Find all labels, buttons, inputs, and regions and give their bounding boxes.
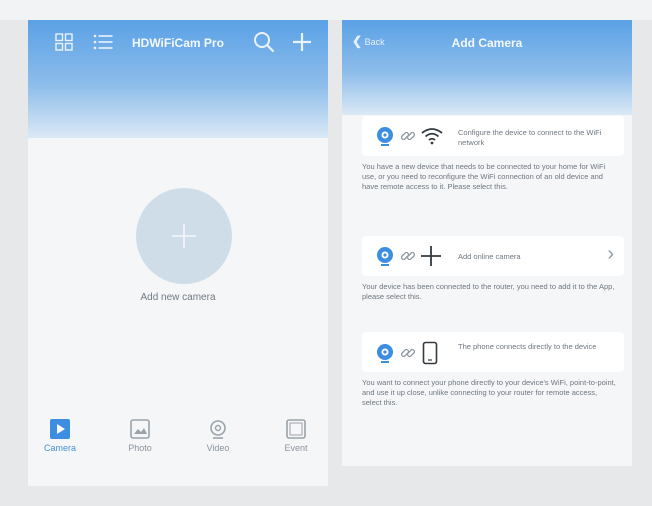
add-camera-button[interactable] — [136, 188, 232, 284]
tab-camera[interactable]: Camera — [30, 418, 90, 453]
option-add-online-camera[interactable]: Add online camera › Your device has been… — [358, 236, 624, 302]
camera-icon — [377, 344, 393, 363]
tab-label: Event — [284, 443, 308, 453]
option-card[interactable]: Configure the device to connect to the W… — [362, 116, 624, 156]
camera-icon — [377, 247, 393, 266]
add-icon[interactable] — [290, 30, 316, 56]
chevron-right-icon: › — [607, 243, 614, 265]
tab-event[interactable]: Event — [266, 418, 326, 453]
option-card[interactable]: The phone connects directly to the devic… — [362, 332, 624, 372]
main-screen: HDWiFiCam Pro Add new camera Camera Phot… — [28, 20, 328, 486]
tab-label: Camera — [43, 443, 76, 453]
option-card[interactable]: Add online camera › — [362, 236, 624, 276]
link-icon — [400, 348, 416, 358]
tab-photo[interactable]: Photo — [110, 418, 170, 453]
add-camera-header: ❮ Back Add Camera — [342, 20, 632, 115]
search-icon[interactable] — [252, 30, 278, 56]
camera-icon — [377, 127, 393, 146]
option-title: Add online camera — [458, 252, 521, 261]
add-camera-screen: ❮ Back Add Camera Configure the device t… — [342, 20, 632, 466]
option-description: You have a new device that needs to be c… — [362, 162, 606, 191]
play-icon — [50, 419, 70, 439]
link-icon — [400, 251, 416, 261]
main-header: HDWiFiCam Pro — [28, 20, 328, 138]
tab-video[interactable]: Video — [188, 418, 248, 453]
option-description: You want to connect your phone directly … — [362, 378, 616, 407]
bottom-tab-bar: Camera Photo Video Event — [28, 418, 328, 478]
top-edge — [0, 0, 652, 20]
option-direct-connect[interactable]: The phone connects directly to the devic… — [358, 332, 624, 408]
video-icon — [210, 420, 226, 439]
plus-icon — [172, 224, 196, 248]
list-view-icon[interactable] — [92, 32, 114, 54]
option-title: The phone connects directly to the devic… — [458, 342, 597, 351]
tab-label: Photo — [128, 443, 152, 453]
link-icon — [400, 131, 416, 141]
phone-icon — [422, 341, 438, 365]
event-icon — [286, 419, 306, 439]
option-configure-wifi[interactable]: Configure the device to connect to the W… — [358, 116, 624, 192]
page-title: Add Camera — [451, 36, 523, 50]
option-description: Your device has been connected to the ro… — [362, 282, 615, 301]
photo-icon — [130, 419, 150, 439]
grid-view-icon[interactable] — [54, 32, 76, 54]
add-camera-label: Add new camera — [140, 292, 216, 303]
app-title: HDWiFiCam Pro — [132, 36, 224, 50]
plus-icon — [421, 246, 441, 266]
option-title: Configure the device to connect to the W… — [458, 128, 602, 147]
wifi-icon — [421, 128, 443, 145]
tab-label: Video — [206, 443, 230, 453]
